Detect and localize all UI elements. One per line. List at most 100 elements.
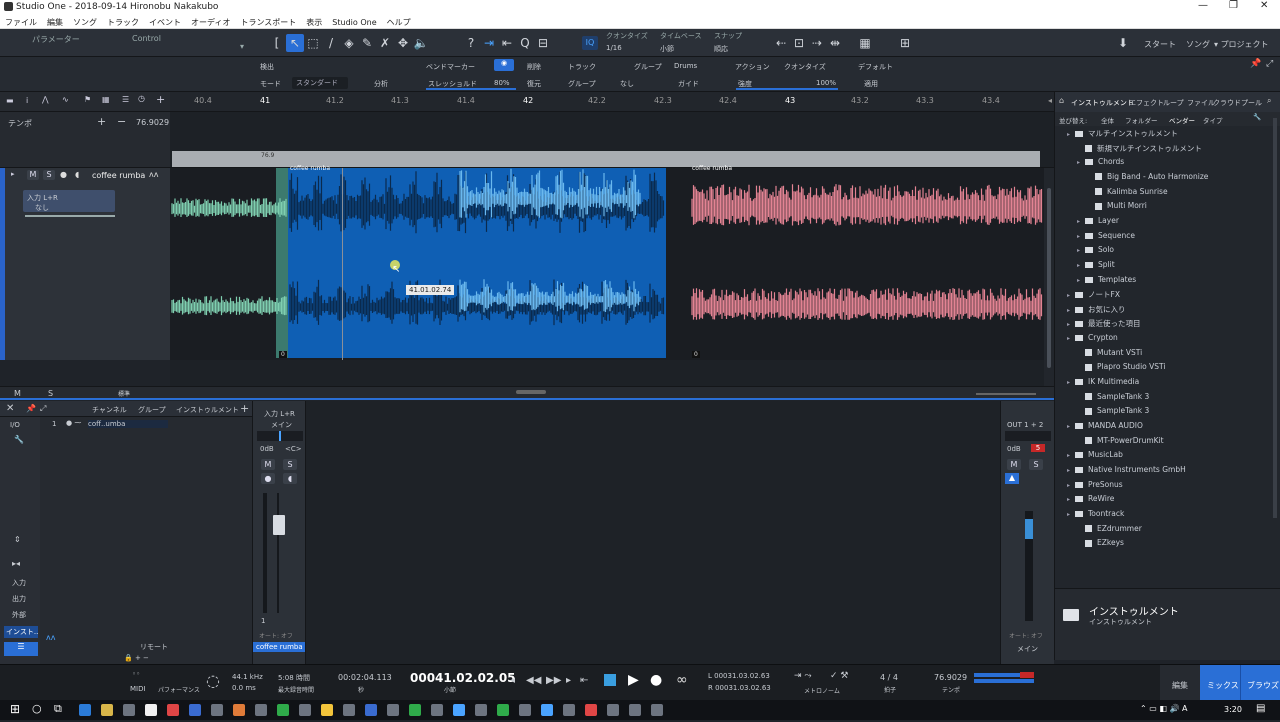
expand-icon[interactable]: ▸ (11, 170, 15, 178)
browser-item[interactable]: Multi Morri (1055, 201, 1280, 216)
record-button[interactable]: ● (650, 672, 662, 688)
strip-monitor[interactable]: ◖ (283, 473, 297, 484)
browse-tab[interactable]: ブラウズ (1240, 665, 1280, 701)
menu-event[interactable]: イベント (149, 17, 181, 28)
menu-help[interactable]: ヘルプ (387, 17, 411, 28)
bracket-icon[interactable]: [ (268, 34, 286, 52)
scroll-left-icon[interactable]: ◂ (1048, 96, 1052, 105)
browser-folder[interactable]: ▸ Sequence (1055, 231, 1280, 246)
browser-item[interactable]: EZkeys (1055, 538, 1280, 553)
pin-console-icon[interactable]: 📌 (26, 404, 36, 413)
add-track-icon[interactable]: + (156, 93, 165, 106)
pin-icon[interactable]: 📌 (1250, 59, 1261, 69)
browser-folder[interactable]: ▸ MANDA AUDIO (1055, 421, 1280, 436)
track-solo-button[interactable]: S (43, 170, 55, 180)
iq-button[interactable]: IQ (582, 36, 598, 50)
fit-icon[interactable]: ⊡ (790, 34, 808, 52)
app-icon[interactable] (453, 704, 465, 716)
group-select[interactable]: Drums (674, 62, 697, 70)
main-up-icon[interactable]: ▲ (1005, 473, 1019, 484)
strip-name[interactable]: coffee rumba (253, 642, 305, 652)
app-icon[interactable] (145, 704, 157, 716)
mode-select[interactable]: スタンダード (292, 77, 348, 89)
side-instrument[interactable]: インスト... (4, 626, 38, 638)
app-icon[interactable] (343, 704, 355, 716)
menu-edit[interactable]: 編集 (47, 17, 63, 28)
io-label[interactable]: I/O (10, 421, 20, 429)
loop-button[interactable]: ∞ (676, 672, 688, 688)
close-icon[interactable]: ✕ (1260, 0, 1268, 11)
app-icon[interactable] (629, 704, 641, 716)
main-clip[interactable]: 5 (1031, 444, 1045, 452)
grid-view-icon[interactable]: ▦ (102, 95, 110, 104)
search-icon[interactable]: ○ (32, 702, 42, 715)
browser-folder[interactable]: ▸ Split (1055, 260, 1280, 275)
inspector-icon[interactable]: i (26, 96, 28, 105)
browser-item[interactable]: Kalimba Sunrise (1055, 187, 1280, 202)
vertical-scrollbar[interactable] (1044, 168, 1054, 386)
main-output[interactable]: OUT 1 + 2 (1007, 421, 1043, 429)
position-display[interactable]: 00041.02.02.05 (410, 671, 516, 685)
side-output[interactable]: 出力 (12, 594, 26, 604)
minus-icon[interactable]: − (117, 115, 126, 128)
tab-effects[interactable]: エフェクト (1129, 98, 1164, 108)
side-external[interactable]: 外部 (12, 610, 26, 620)
timeline-ruler[interactable]: 40.4 41 41.2 41.3 41.4 42 42.2 42.3 42.4… (170, 92, 1054, 112)
listen-tool-icon[interactable]: 🔈 (412, 34, 430, 52)
strength-value[interactable]: 100% (816, 79, 836, 87)
ripple-icon[interactable]: ⊟ (534, 34, 552, 52)
app-icon[interactable] (607, 704, 619, 716)
app-icon[interactable] (255, 704, 267, 716)
curve-icon[interactable]: ∿ (62, 95, 69, 104)
minimize-icon[interactable]: — (1198, 0, 1208, 11)
lock-icon[interactable]: ⊞ (896, 34, 914, 52)
strength-slider[interactable] (736, 88, 838, 90)
tab-loops[interactable]: ループ (1163, 98, 1184, 108)
remote-label[interactable]: リモート (140, 642, 168, 652)
volume-mini-slider[interactable] (25, 215, 115, 217)
main-automation[interactable]: オート: オフ (1009, 631, 1043, 640)
zoom-icon[interactable]: Q (516, 34, 534, 52)
browser-folder[interactable]: ▸ Layer (1055, 216, 1280, 231)
split-tool-icon[interactable]: / (322, 34, 340, 52)
chrome-icon[interactable] (321, 704, 333, 716)
strip-fader[interactable] (273, 515, 285, 535)
tab-pool[interactable]: プール (1241, 98, 1263, 108)
app-icon[interactable] (651, 704, 663, 716)
punch-icons[interactable]: ⇥ ⤳ (794, 671, 812, 681)
restore-button[interactable]: 復元 (527, 79, 541, 89)
browser-folder[interactable]: ▸ PreSonus (1055, 480, 1280, 495)
browser-folder[interactable]: ▸ Chords (1055, 157, 1280, 172)
range-tool-icon[interactable]: ⬚ (304, 34, 322, 52)
list-icon[interactable]: ☰ (122, 95, 129, 104)
stop-button[interactable] (604, 674, 616, 686)
audio-track-lane[interactable]: coffee rumba coffee rumba ↖ 41.01.02.74 … (170, 165, 1044, 386)
app-icon[interactable] (475, 704, 487, 716)
clip-indicator[interactable] (1020, 672, 1034, 678)
browser-item[interactable]: EZdrummer (1055, 524, 1280, 539)
remove-button[interactable]: 削除 (527, 62, 541, 72)
main-fader[interactable] (1025, 519, 1033, 539)
height-select[interactable]: 標準 (118, 389, 130, 398)
plus-icon[interactable]: + (97, 115, 106, 128)
mute-tool-icon[interactable]: ✗ (376, 34, 394, 52)
browser-folder[interactable]: ▸ MusicLab (1055, 450, 1280, 465)
clock-icon[interactable]: ◷ (138, 94, 145, 103)
app-icon[interactable] (519, 704, 531, 716)
mix-tab[interactable]: ミックス (1200, 665, 1240, 701)
app-icon[interactable] (277, 704, 289, 716)
sort-folder[interactable]: フォルダー (1125, 115, 1158, 125)
end-icon[interactable]: ▸ (566, 675, 571, 686)
strip-pan[interactable]: <C> (285, 445, 302, 453)
browser-folder[interactable]: ▸ お気に入り (1055, 304, 1280, 319)
system-tray-icons[interactable]: ⌃ ▭ ◧ 🔊 A (1140, 704, 1187, 713)
bend-tool-icon[interactable]: ✥ (394, 34, 412, 52)
guide-select[interactable]: ガイド (678, 79, 699, 89)
app-icon[interactable] (211, 704, 223, 716)
nudge-left-icon[interactable]: ⇠ (772, 34, 790, 52)
empty-lane[interactable] (170, 360, 1044, 386)
browser-item[interactable]: SampleTank 3 (1055, 406, 1280, 421)
output-select[interactable]: なし (35, 203, 49, 213)
audio-track-header[interactable]: ▸ M S ● ◖ coffee rumba ʌʌ 入力 L+R なし (0, 168, 170, 360)
track-name[interactable]: coffee rumba (92, 171, 145, 180)
